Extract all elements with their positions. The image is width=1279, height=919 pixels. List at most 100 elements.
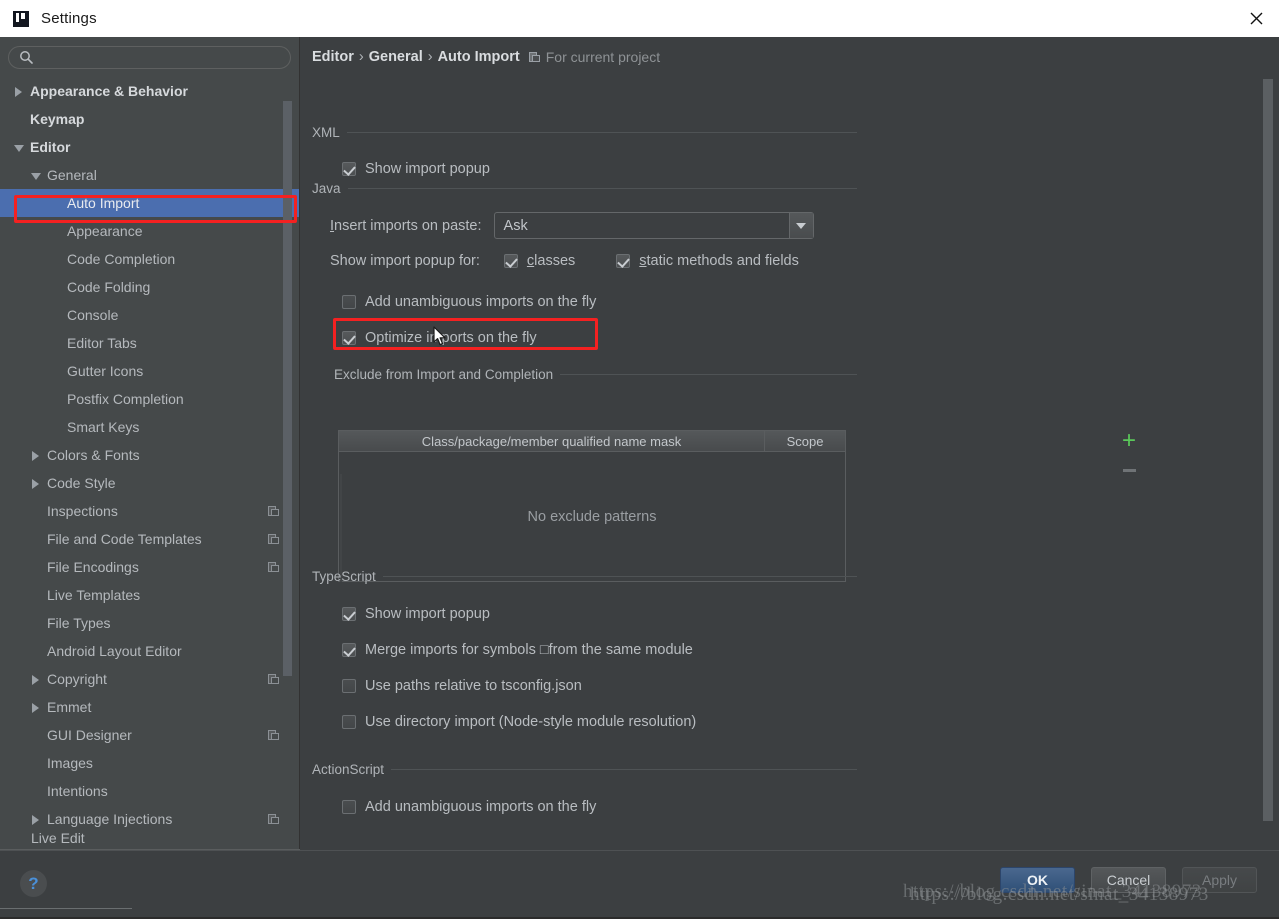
breadcrumb-part-general[interactable]: General	[369, 49, 423, 65]
sidebar-item-editor[interactable]: Editor	[0, 133, 300, 161]
popup-for-static-label: static methods and fields	[639, 253, 799, 269]
sidebar-item-partially-visible[interactable]: Live Edit	[0, 833, 300, 843]
ts-merge-imports-checkbox[interactable]	[342, 643, 356, 657]
show-import-popup-for-label: Show import popup for:	[330, 253, 480, 269]
tree-indent-spacer	[51, 227, 60, 236]
ts-use-paths-relative-row[interactable]: Use paths relative to tsconfig.json	[342, 673, 857, 699]
as-add-unambiguous-checkbox[interactable]	[342, 800, 356, 814]
sidebar-item-label: Gutter Icons	[67, 363, 143, 379]
popup-for-static-checkbox[interactable]	[616, 254, 630, 268]
sidebar-item-live-templates[interactable]: Live Templates	[0, 581, 300, 609]
exclude-column-mask[interactable]: Class/package/member qualified name mask	[339, 431, 765, 451]
tree-indent-spacer	[31, 759, 40, 768]
sidebar-item-label: Code Folding	[67, 279, 150, 295]
settings-tree[interactable]: Appearance & BehaviorKeymapEditor General…	[0, 77, 300, 849]
section-rule	[560, 374, 857, 375]
sidebar-item-editor-tabs[interactable]: Editor Tabs	[0, 329, 300, 357]
project-scope-icon	[268, 728, 280, 740]
chevron-down-icon[interactable]	[14, 143, 23, 152]
chevron-right-icon[interactable]	[31, 703, 40, 712]
add-exclude-pattern-button[interactable]: +	[1118, 431, 1140, 453]
sidebar-item-gutter-icons[interactable]: Gutter Icons	[0, 357, 300, 385]
exclude-patterns-table[interactable]: Class/package/member qualified name mask…	[338, 430, 846, 582]
sidebar-item-auto-import[interactable]: Auto Import	[0, 189, 300, 217]
sidebar-item-file-types[interactable]: File Types	[0, 609, 300, 637]
button-bar-divider	[0, 850, 1279, 851]
section-actionscript-header: ActionScript	[312, 760, 857, 778]
sidebar-item-copyright[interactable]: Copyright	[0, 665, 300, 693]
sidebar-item-android-layout-editor[interactable]: Android Layout Editor	[0, 637, 300, 665]
sidebar-item-file-encodings[interactable]: File Encodings	[0, 553, 300, 581]
sidebar-item-code-style[interactable]: Code Style	[0, 469, 300, 497]
sidebar-item-code-completion[interactable]: Code Completion	[0, 245, 300, 273]
ts-use-paths-relative-checkbox[interactable]	[342, 679, 356, 693]
close-icon[interactable]	[1233, 0, 1279, 37]
sidebar-item-label: Copyright	[47, 671, 107, 687]
sidebar-item-console[interactable]: Console	[0, 301, 300, 329]
sidebar-item-general[interactable]: General	[0, 161, 300, 189]
sidebar-item-emmet[interactable]: Emmet	[0, 693, 300, 721]
ts-use-directory-import-row[interactable]: Use directory import (Node-style module …	[342, 709, 857, 735]
sidebar-item-keymap[interactable]: Keymap	[0, 105, 300, 133]
breadcrumb-part-auto-import[interactable]: Auto Import	[438, 49, 520, 65]
sidebar-item-appearance-behavior[interactable]: Appearance & Behavior	[0, 77, 300, 105]
java-add-unambiguous-checkbox[interactable]	[342, 295, 356, 309]
sidebar-item-file-and-code-templates[interactable]: File and Code Templates	[0, 525, 300, 553]
sidebar-item-label: General	[47, 167, 97, 183]
chevron-right-icon[interactable]	[31, 451, 40, 460]
sidebar-item-label: Code Completion	[67, 251, 175, 267]
window-title: Settings	[41, 10, 97, 27]
chevron-right-icon[interactable]	[31, 479, 40, 488]
chevron-right-icon[interactable]	[31, 815, 40, 824]
chevron-down-icon[interactable]	[31, 171, 40, 180]
search-input[interactable]	[8, 46, 291, 69]
sidebar-item-inspections[interactable]: Inspections	[0, 497, 300, 525]
section-java-title: Java	[312, 181, 348, 196]
java-add-unambiguous-row[interactable]: Add unambiguous imports on the fly	[342, 289, 596, 315]
chevron-right-icon[interactable]	[14, 87, 23, 96]
ts-show-import-popup-checkbox[interactable]	[342, 607, 356, 621]
java-optimize-imports-checkbox[interactable]	[342, 331, 356, 345]
remove-exclude-pattern-button[interactable]	[1118, 459, 1140, 481]
ts-merge-imports-row[interactable]: Merge imports for symbols □from the same…	[342, 637, 857, 663]
ts-use-directory-import-label: Use directory import (Node-style module …	[365, 714, 696, 730]
chevron-down-icon[interactable]	[789, 213, 813, 238]
tree-indent-spacer	[31, 563, 40, 572]
sidebar-item-colors-fonts[interactable]: Colors & Fonts	[0, 441, 300, 469]
sidebar-item-smart-keys[interactable]: Smart Keys	[0, 413, 300, 441]
chevron-right-icon[interactable]	[31, 675, 40, 684]
sidebar-item-label: Console	[67, 307, 118, 323]
ts-use-directory-import-checkbox[interactable]	[342, 715, 356, 729]
sidebar-item-appearance[interactable]: Appearance	[0, 217, 300, 245]
sidebar-item-label: Postfix Completion	[67, 391, 184, 407]
sidebar-item-gui-designer[interactable]: GUI Designer	[0, 721, 300, 749]
sidebar-scrollbar-thumb[interactable]	[283, 101, 292, 676]
show-import-popup-for-row: Show import popup for: classes static me…	[330, 253, 799, 269]
breadcrumb-part-editor[interactable]: Editor	[312, 49, 354, 65]
popup-for-classes-checkbox[interactable]	[504, 254, 518, 268]
sidebar-item-label: Emmet	[47, 699, 91, 715]
section-rule	[347, 132, 857, 133]
section-xml-title: XML	[312, 125, 347, 140]
sidebar-item-code-folding[interactable]: Code Folding	[0, 273, 300, 301]
ts-show-import-popup-row[interactable]: Show import popup	[342, 601, 857, 627]
xml-show-import-popup-checkbox[interactable]	[342, 162, 356, 176]
sidebar-item-label: Appearance	[67, 223, 143, 239]
tree-indent-spacer	[31, 647, 40, 656]
sidebar-item-label: Editor Tabs	[67, 335, 137, 351]
as-add-unambiguous-row[interactable]: Add unambiguous imports on the fly	[342, 794, 857, 820]
project-scope-icon	[268, 812, 280, 824]
question-mark-icon[interactable]: ?	[20, 870, 47, 897]
exclude-column-scope[interactable]: Scope	[765, 431, 845, 451]
content-scrollbar-thumb[interactable]	[1263, 79, 1273, 821]
tree-indent-spacer	[51, 423, 60, 432]
section-typescript-title: TypeScript	[312, 569, 383, 584]
insert-imports-dropdown[interactable]: Ask	[494, 212, 814, 239]
ts-merge-imports-label: Merge imports for symbols □from the same…	[365, 642, 693, 658]
sidebar-item-images[interactable]: Images	[0, 749, 300, 777]
sidebar-item-postfix-completion[interactable]: Postfix Completion	[0, 385, 300, 413]
tree-indent-spacer	[51, 339, 60, 348]
sidebar-item-language-injections[interactable]: Language Injections	[0, 805, 300, 833]
tree-indent-spacer	[31, 591, 40, 600]
sidebar-item-intentions[interactable]: Intentions	[0, 777, 300, 805]
